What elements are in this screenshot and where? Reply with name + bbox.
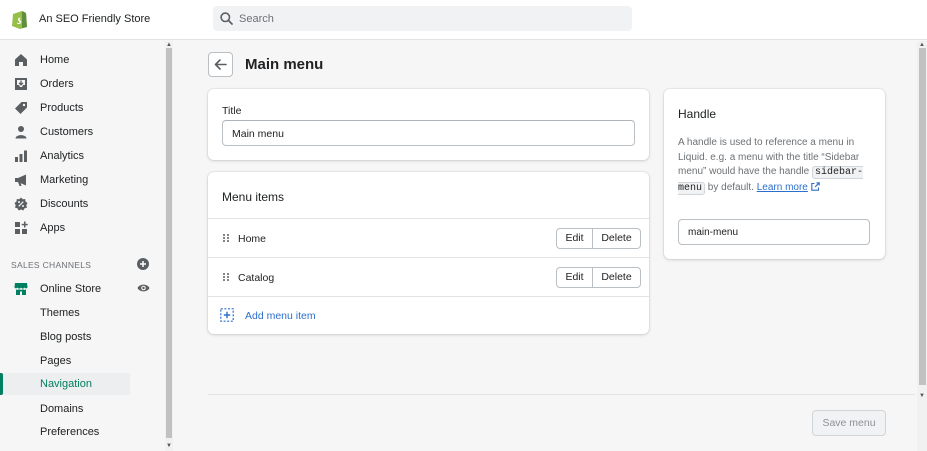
page-title: Main menu [245,56,324,73]
sidebar-item-label: Products [40,102,84,114]
save-menu-button[interactable]: Save menu [812,410,886,436]
sidebar-item-label: Analytics [40,150,85,162]
search-icon [220,12,233,25]
eye-icon[interactable] [137,282,150,294]
page-divider [208,394,915,395]
sidebar-subitem-label: Blog posts [40,331,92,343]
store-name[interactable]: An SEO Friendly Store [39,13,150,25]
sidebar-subitem-label: Themes [40,307,80,319]
sidebar-item-label: Home [40,54,70,66]
apps-icon [15,221,28,234]
title-label: Title [222,105,242,117]
active-indicator [0,373,3,395]
sidebar-subitem-label: Navigation [40,378,92,390]
edit-button[interactable]: Edit [556,228,593,249]
menu-item-row: Catalog Edit Delete [208,257,649,296]
tag-icon [15,102,27,114]
megaphone-icon [15,174,26,186]
sidebar-item-online-store[interactable]: Online Store [0,278,135,300]
arrow-left-icon [214,59,227,70]
external-link-icon[interactable] [811,182,820,191]
learn-more-link[interactable]: Learn more [757,182,808,193]
title-input-value: Main menu [232,128,284,140]
handle-card: Handle A handle is used to reference a m… [664,89,885,259]
sidebar-item-products[interactable]: Products [0,97,165,119]
scroll-down-arrow-icon[interactable]: ▼ [166,443,172,449]
sidebar-subitem-preferences[interactable]: Preferences [0,421,130,443]
sidebar-item-label: Discounts [40,198,89,210]
sidebar-item-label: Online Store [40,283,102,295]
menu-item-actions: Edit Delete [556,267,641,288]
menu-item-actions: Edit Delete [556,228,641,249]
sidebar-subitem-themes[interactable]: Themes [0,302,130,324]
top-bar: An SEO Friendly Store Search [0,0,927,40]
sidebar-scrollbar-thumb[interactable] [166,48,172,438]
delete-button[interactable]: Delete [593,228,641,249]
back-button[interactable] [208,52,233,77]
title-input[interactable]: Main menu [222,120,635,146]
shopify-logo-icon[interactable] [11,9,28,29]
sidebar-subitem-label: Domains [40,403,84,415]
drag-handle-icon[interactable] [222,233,230,243]
handle-input[interactable]: main-menu [678,219,870,245]
drag-handle-icon[interactable] [222,272,230,282]
sidebar-item-label: Marketing [40,174,89,186]
orders-icon [15,78,27,90]
main-scroll-up-arrow-icon[interactable]: ▲ [919,42,925,48]
sidebar-subitem-pages[interactable]: Pages [0,350,130,372]
handle-heading: Handle [678,107,717,121]
add-menu-item-label: Add menu item [245,310,316,322]
handle-desc-text-2: by default. [705,181,757,193]
discount-icon [14,197,28,211]
sidebar-item-label: Orders [40,78,74,90]
sidebar-subitem-label: Preferences [40,426,100,438]
menu-item-label: Home [238,233,267,245]
add-square-icon [220,308,234,322]
sidebar-subitem-label: Pages [40,355,72,367]
menu-items-heading: Menu items [222,190,285,204]
title-card: Title Main menu [208,89,649,160]
sidebar-item-home[interactable]: Home [0,49,165,71]
sidebar-subitem-blog-posts[interactable]: Blog posts [0,326,130,348]
main-scrollbar-thumb[interactable] [919,48,926,385]
search-placeholder: Search [239,13,274,25]
sidebar-item-apps[interactable]: Apps [0,217,165,239]
store-icon [14,283,28,295]
bar-chart-icon [15,150,27,162]
sidebar-item-customers[interactable]: Customers [0,121,165,143]
menu-item-label: Catalog [238,272,275,284]
handle-input-value: main-menu [688,227,739,238]
person-icon [15,126,27,139]
sidebar-item-orders[interactable]: Orders [0,73,165,95]
search-bar[interactable]: Search [213,6,632,31]
menu-item-row: Home Edit Delete [208,218,649,257]
sidebar-item-label: Apps [40,222,66,234]
sidebar-item-discounts[interactable]: Discounts [0,193,165,215]
edit-button[interactable]: Edit [556,267,593,288]
home-icon [15,54,27,66]
sidebar-item-label: Customers [40,126,94,138]
sales-channels-heading: SALES CHANNELS [11,260,92,270]
sidebar-subitem-domains[interactable]: Domains [0,398,130,420]
main-scroll-down-arrow-icon[interactable]: ▼ [919,393,925,399]
handle-description: A handle is used to reference a menu in … [678,136,873,196]
sidebar-item-marketing[interactable]: Marketing [0,169,165,191]
sidebar-item-analytics[interactable]: Analytics [0,145,165,167]
scroll-up-arrow-icon[interactable]: ▲ [166,42,172,48]
add-sales-channel-icon[interactable] [137,258,149,270]
sidebar-subitem-navigation[interactable]: Navigation [0,373,130,395]
menu-items-card: Menu items Home Edit Delete Catalog Edit… [208,172,649,334]
sidebar: Home Orders Products Customers Analytics… [0,41,175,451]
delete-button[interactable]: Delete [593,267,641,288]
